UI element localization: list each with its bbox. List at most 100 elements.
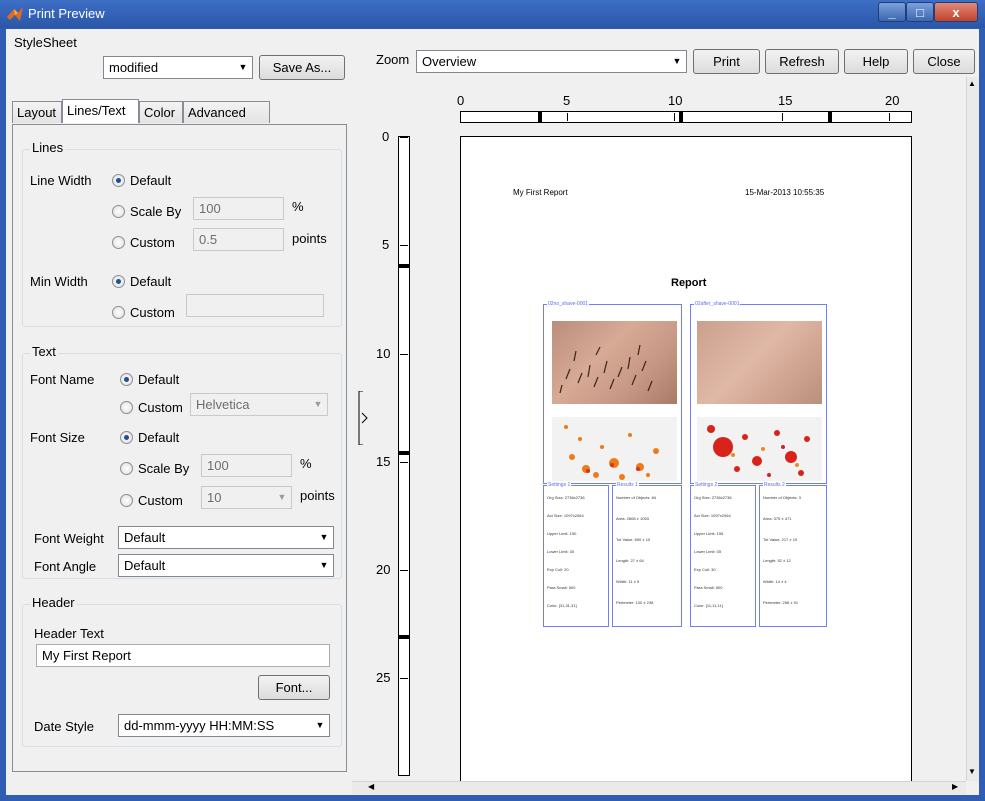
- scroll-down-icon[interactable]: ▼: [968, 767, 976, 776]
- h-tick: [460, 113, 461, 121]
- line-width-custom-radio[interactable]: [112, 236, 125, 249]
- text-legend: Text: [30, 344, 58, 359]
- font-name-select[interactable]: Helvetica ▼: [190, 393, 328, 416]
- bottom-margin-marker[interactable]: [399, 635, 409, 639]
- font-name-custom-radio[interactable]: [120, 401, 133, 414]
- date-style-value: dd-mmm-yyyy HH:MM:SS: [124, 718, 275, 733]
- report-title: Report: [671, 277, 707, 289]
- skin-image-1: [552, 321, 677, 404]
- settings-2-line: Lower Limit: 05: [694, 549, 722, 554]
- header-text-input[interactable]: My First Report: [36, 644, 330, 667]
- v-tick-label: 20: [376, 562, 391, 577]
- font-size-custom-radio[interactable]: [120, 494, 133, 507]
- v-tick: [400, 354, 408, 355]
- date-style-label: Date Style: [34, 719, 94, 734]
- line-width-scale-input[interactable]: 100: [193, 197, 284, 220]
- font-size-scale-input[interactable]: 100: [201, 454, 292, 477]
- threshold-overlay: [707, 425, 810, 477]
- font-size-custom-label: Custom: [138, 493, 183, 508]
- settings-2-title: Settings 2: [694, 482, 719, 488]
- date-style-select[interactable]: dd-mmm-yyyy HH:MM:SS ▼: [118, 714, 330, 737]
- panel-2-title: 02after_shave-0001: [694, 301, 741, 307]
- tab-color[interactable]: Color: [139, 101, 183, 123]
- save-as-button[interactable]: Save As...: [259, 55, 345, 80]
- font-size-scale-label: Scale By: [138, 461, 190, 476]
- close-button[interactable]: Close: [913, 49, 975, 74]
- results-2-box: [759, 485, 827, 627]
- right-margin-marker[interactable]: [828, 112, 832, 122]
- font-size-custom-select[interactable]: 10 ▼: [201, 486, 292, 509]
- scroll-right-icon[interactable]: ▶: [952, 782, 958, 791]
- line-width-custom-input[interactable]: 0.5: [193, 228, 284, 251]
- results-2-line: Number of Objects: 3: [763, 495, 801, 500]
- font-name-default-radio[interactable]: [120, 373, 133, 386]
- results-1-box: [612, 485, 682, 627]
- bracket-handle-icon[interactable]: [358, 391, 372, 445]
- line-width-scale-label: Scale By: [130, 204, 182, 219]
- left-margin-marker[interactable]: [538, 112, 542, 122]
- center-margin-marker[interactable]: [679, 112, 683, 122]
- line-width-percent-label: %: [292, 199, 304, 214]
- h-tick: [782, 113, 783, 121]
- font-angle-select[interactable]: Default ▼: [118, 554, 334, 577]
- results-2-line: Perimeter: 256 ± 91: [763, 600, 799, 605]
- min-width-default-radio[interactable]: [112, 275, 125, 288]
- print-button[interactable]: Print: [693, 49, 760, 74]
- line-width-default-radio[interactable]: [112, 174, 125, 187]
- v-tick-label: 15: [376, 454, 391, 469]
- font-size-scale-radio[interactable]: [120, 462, 133, 475]
- window-title: Print Preview: [28, 6, 105, 21]
- tab-advanced[interactable]: Advanced: [183, 101, 270, 123]
- zoom-select[interactable]: Overview ▼: [416, 50, 687, 73]
- font-size-default-label: Default: [138, 430, 180, 445]
- maximize-button[interactable]: □: [906, 2, 934, 22]
- line-width-points-label: points: [292, 231, 327, 246]
- settings-1-line: Act Size: 1097x2064: [547, 513, 584, 518]
- close-window-button[interactable]: x: [934, 2, 978, 22]
- vertical-scrollbar[interactable]: ▲ ▼: [966, 77, 979, 781]
- line-width-default-label: Default: [130, 173, 172, 188]
- zoom-label: Zoom: [376, 52, 410, 67]
- vertical-ruler[interactable]: [398, 136, 410, 776]
- font-size-default-radio[interactable]: [120, 431, 133, 444]
- font-name-custom-label: Custom: [138, 400, 183, 415]
- h-tick: [674, 113, 675, 121]
- results-2-title: Results 2: [763, 482, 786, 488]
- refresh-button[interactable]: Refresh: [765, 49, 839, 74]
- font-size-label: Font Size: [30, 430, 85, 445]
- line-width-scale-radio[interactable]: [112, 205, 125, 218]
- scroll-left-icon[interactable]: ◀: [368, 782, 374, 791]
- v-tick-label: 5: [382, 237, 390, 252]
- center-margin-marker[interactable]: [399, 451, 409, 455]
- min-width-custom-input[interactable]: [186, 294, 324, 317]
- tab-lines-text[interactable]: Lines/Text: [62, 99, 139, 123]
- title-bar[interactable]: Print Preview _ □ x: [0, 0, 985, 28]
- scroll-up-icon[interactable]: ▲: [968, 79, 976, 88]
- font-weight-select[interactable]: Default ▼: [118, 526, 334, 549]
- v-tick-label: 0: [382, 129, 390, 144]
- min-width-label: Min Width: [30, 274, 88, 289]
- panel-1-title: 02no_shave-0001: [547, 301, 590, 307]
- v-tick: [400, 245, 408, 246]
- v-tick: [400, 462, 408, 463]
- chevron-down-icon: ▼: [315, 720, 325, 730]
- min-width-custom-label: Custom: [130, 305, 175, 320]
- minimize-button[interactable]: _: [878, 2, 906, 22]
- results-2-line: Width: 14 ± 4: [763, 579, 787, 584]
- font-button[interactable]: Font...: [258, 675, 330, 700]
- horizontal-scrollbar[interactable]: ◀ ▶: [352, 781, 966, 794]
- top-margin-marker[interactable]: [399, 264, 409, 268]
- threshold-image-1: [552, 417, 677, 481]
- tab-strip: Layout Lines/Text Color Advanced: [12, 99, 270, 125]
- stylesheet-select[interactable]: modified ▼: [103, 56, 253, 79]
- settings-1-line: Color: [31,31,31]: [547, 603, 577, 608]
- help-button[interactable]: Help: [844, 49, 908, 74]
- min-width-custom-radio[interactable]: [112, 306, 125, 319]
- v-tick-label: 10: [376, 346, 391, 361]
- v-tick: [400, 570, 408, 571]
- horizontal-ruler[interactable]: [460, 111, 912, 123]
- maximize-icon: □: [916, 5, 924, 20]
- settings-1-line: Upper Limit: 150: [547, 531, 577, 536]
- tab-layout[interactable]: Layout: [12, 101, 62, 123]
- hair-strokes: [559, 344, 653, 394]
